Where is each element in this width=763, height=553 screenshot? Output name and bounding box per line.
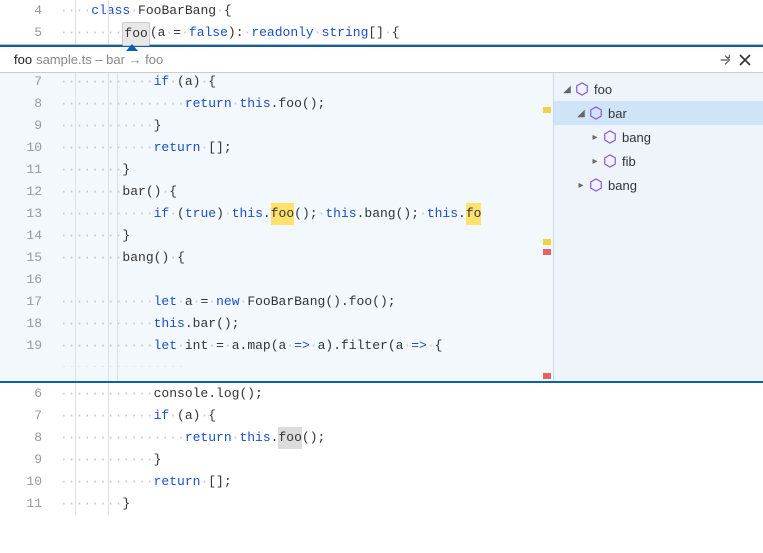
indent-guide <box>108 0 109 44</box>
line-number: 14 <box>0 225 60 247</box>
line-number: 10 <box>0 137 60 159</box>
peek-title-symbol: foo <box>14 52 32 67</box>
line-number: 12 <box>0 181 60 203</box>
line-number: 9 <box>0 449 60 471</box>
code-line[interactable]: 12 ········bar()·{ <box>0 181 553 203</box>
line-number: 8 <box>0 427 60 449</box>
peek-editor[interactable]: ············console.log(); 7 ···········… <box>0 73 553 381</box>
indent-guide <box>117 73 118 381</box>
tree-item-bar[interactable]: ◢ bar <box>554 101 763 125</box>
code-line[interactable]: 10 ············return·[]; <box>0 471 763 493</box>
code-line[interactable]: 10 ············return·[]; <box>0 137 553 159</box>
line-number: 7 <box>0 405 60 427</box>
line-number: 8 <box>0 93 60 115</box>
code-line[interactable]: 7 ············if·(a)·{ <box>0 405 763 427</box>
code-line[interactable]: 8 ················return·this.foo(); <box>0 93 553 115</box>
method-icon <box>588 105 604 121</box>
tree-item-bang[interactable]: ▸ bang <box>554 173 763 197</box>
indent-guide <box>108 73 109 381</box>
code-line[interactable]: ················ <box>0 357 553 367</box>
line-number: 19 <box>0 335 60 357</box>
code-line[interactable]: 8 ················return·this.foo(); <box>0 427 763 449</box>
line-number: 16 <box>0 269 60 291</box>
overview-marker[interactable] <box>543 373 551 379</box>
call-hierarchy-tree[interactable]: ◢ foo ◢ bar ▸ bang ▸ fib ▸ bang <box>553 73 763 381</box>
code-line[interactable]: 11 ········} <box>0 493 763 515</box>
method-icon <box>574 81 590 97</box>
line-number: 18 <box>0 313 60 335</box>
line-number: 11 <box>0 493 60 515</box>
code-line[interactable]: 5 ········foo(a·=·false):·readonly·strin… <box>0 22 763 44</box>
line-number: 6 <box>0 383 60 405</box>
indent-guide <box>75 73 76 381</box>
line-number: 10 <box>0 471 60 493</box>
indent-guide <box>75 383 76 515</box>
peek-title-file: sample.ts – bar → foo <box>36 52 163 67</box>
main-editor-continued[interactable]: 6 ············console.log(); 7 ·········… <box>0 383 763 515</box>
twistie-expanded-icon[interactable]: ◢ <box>574 108 588 119</box>
code-line[interactable]: 7 ············if·(a)·{ <box>0 73 553 93</box>
method-icon <box>602 129 618 145</box>
code-line[interactable]: 6 ············console.log(); <box>0 383 763 405</box>
match-highlight: fo <box>466 203 482 225</box>
close-icon[interactable] <box>735 50 755 70</box>
peek-header: foo sample.ts – bar → foo <box>0 45 763 73</box>
go-to-file-icon[interactable] <box>715 50 735 70</box>
code-line[interactable]: 4 ····class·FooBarBang·{ <box>0 0 763 22</box>
twistie-expanded-icon[interactable]: ◢ <box>560 84 574 95</box>
code-line[interactable]: 18 ············this.bar(); <box>0 313 553 335</box>
overview-marker[interactable] <box>543 249 551 255</box>
line-number: 4 <box>0 0 60 22</box>
code-line[interactable]: 11 ········} <box>0 159 553 181</box>
code-line[interactable]: 9 ············} <box>0 449 763 471</box>
tree-item-foo[interactable]: ◢ foo <box>554 77 763 101</box>
method-icon <box>588 177 604 193</box>
tree-item-fib[interactable]: ▸ fib <box>554 149 763 173</box>
line-number: 17 <box>0 291 60 313</box>
twistie-collapsed-icon[interactable]: ▸ <box>588 132 602 143</box>
code-line[interactable]: 16 <box>0 269 553 291</box>
line-number: 5 <box>0 22 60 44</box>
peek-arrow-icon <box>126 44 138 51</box>
match-highlight: foo <box>271 203 294 225</box>
overview-marker[interactable] <box>543 239 551 245</box>
code-line[interactable]: 13 ············if·(true)·this.foo();·thi… <box>0 203 553 225</box>
symbol-reference[interactable]: foo <box>122 22 149 46</box>
main-editor[interactable]: 4 ····class·FooBarBang·{ 5 ········foo(a… <box>0 0 763 45</box>
code-line[interactable]: 9 ············} <box>0 115 553 137</box>
twistie-collapsed-icon[interactable]: ▸ <box>588 156 602 167</box>
line-number: 13 <box>0 203 60 225</box>
symbol-occurrence: foo <box>278 427 301 449</box>
line-number: 9 <box>0 115 60 137</box>
overview-marker[interactable] <box>543 107 551 113</box>
code-line[interactable]: 15 ········bang()·{ <box>0 247 553 269</box>
line-number: 11 <box>0 159 60 181</box>
peek-view: ············console.log(); 7 ···········… <box>0 73 763 383</box>
code-line[interactable]: 14 ········} <box>0 225 553 247</box>
method-icon <box>602 153 618 169</box>
tree-item-bang[interactable]: ▸ bang <box>554 125 763 149</box>
code-line[interactable]: 19 ············let·int·=·a.map(a·=>·a).f… <box>0 335 553 357</box>
line-number: 7 <box>0 73 60 93</box>
indent-guide <box>108 383 109 515</box>
twistie-collapsed-icon[interactable]: ▸ <box>574 180 588 191</box>
line-number: 15 <box>0 247 60 269</box>
indent-guide <box>75 0 76 44</box>
code-line[interactable]: 17 ············let·a·=·new·FooBarBang().… <box>0 291 553 313</box>
